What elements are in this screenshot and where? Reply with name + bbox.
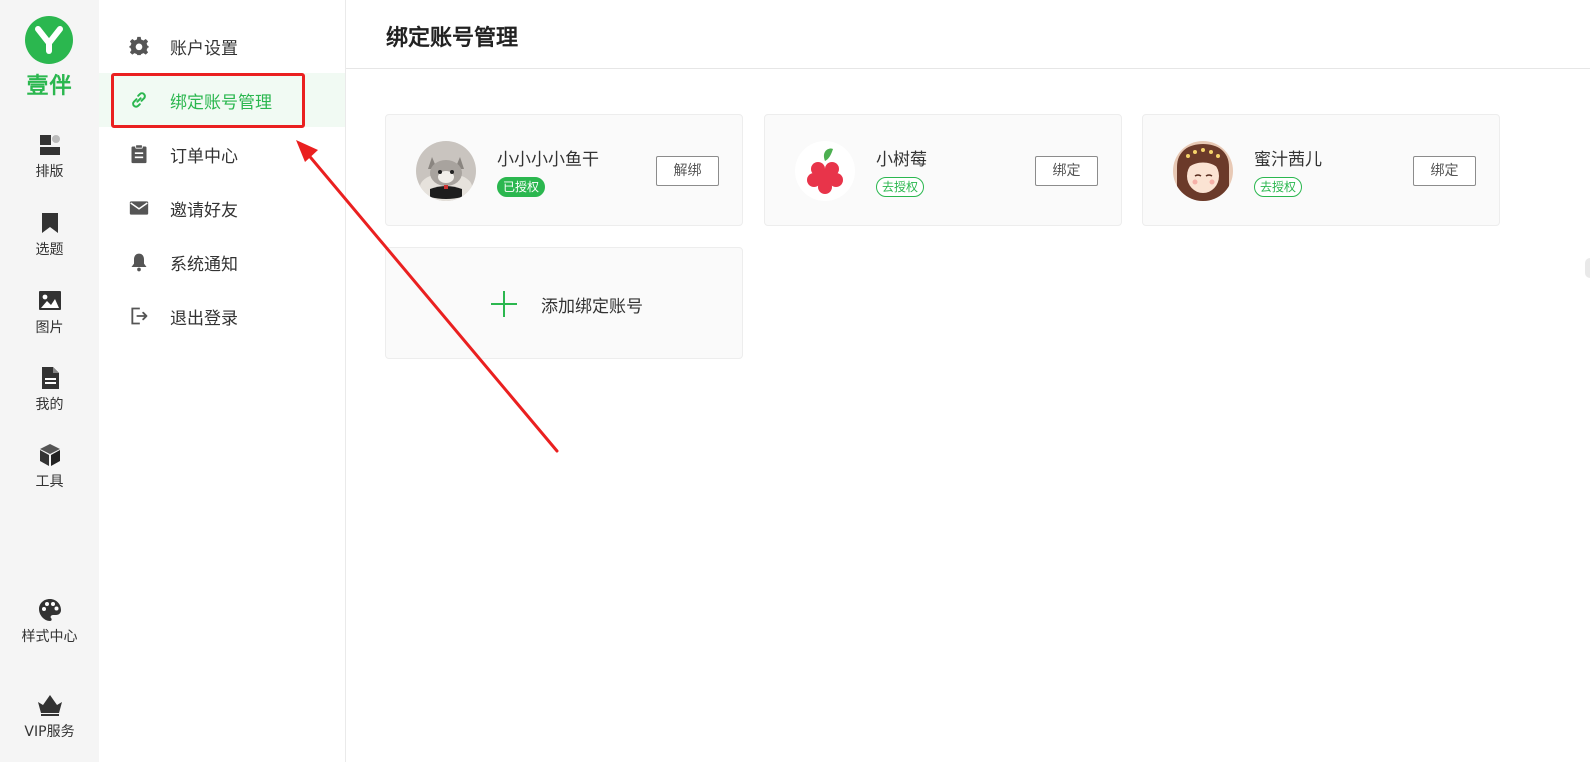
scroll-handle[interactable] xyxy=(1585,258,1590,278)
red-arrow-annotation xyxy=(296,140,559,453)
